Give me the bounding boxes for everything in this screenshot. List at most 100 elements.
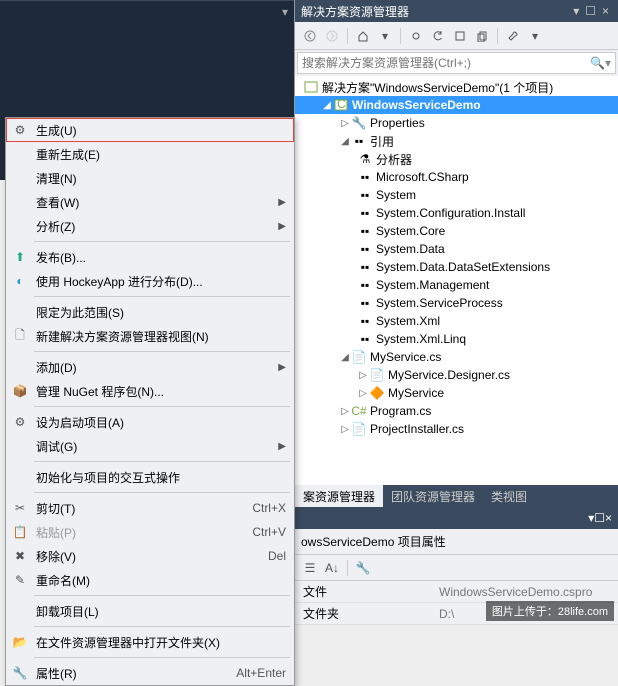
references-icon: ▪▪ bbox=[351, 134, 367, 148]
reference-icon: ▪▪ bbox=[357, 224, 373, 238]
refresh-icon[interactable] bbox=[429, 27, 447, 45]
new-view-icon: 🗋 bbox=[12, 326, 28, 347]
tab-solution-explorer[interactable]: 案资源管理器 bbox=[295, 485, 383, 507]
menu-rename[interactable]: ✎重命名(M) bbox=[6, 568, 294, 592]
ref-node[interactable]: ▪▪System bbox=[295, 186, 618, 204]
ref-node[interactable]: ▪▪System.Data.DataSetExtensions bbox=[295, 258, 618, 276]
editor-toolbar: ▾ bbox=[0, 0, 294, 22]
tree-node[interactable]: ⚗分析器 bbox=[295, 150, 618, 168]
submenu-arrow-icon: ▶ bbox=[278, 441, 286, 452]
expand-icon[interactable]: ▷ bbox=[339, 118, 351, 129]
properties-titlebar: x ▾ ☐ × bbox=[295, 507, 618, 529]
menu-properties[interactable]: 🔧属性(R)Alt+Enter bbox=[6, 661, 294, 685]
wrench-icon[interactable]: 🔧 bbox=[354, 559, 372, 577]
dropdown-icon[interactable]: ▾ bbox=[605, 56, 611, 70]
menu-add[interactable]: 添加(D)▶ bbox=[6, 355, 294, 379]
showall-icon[interactable] bbox=[473, 27, 491, 45]
dropdown-icon[interactable]: ▾ bbox=[376, 27, 394, 45]
menu-startup[interactable]: ⚙设为启动项目(A) bbox=[6, 410, 294, 434]
search-input[interactable] bbox=[302, 56, 590, 70]
ref-node[interactable]: ▪▪System.Xml.Linq bbox=[295, 330, 618, 348]
wrench-icon[interactable] bbox=[504, 27, 522, 45]
menu-separator bbox=[34, 296, 290, 297]
menu-scope[interactable]: 限定为此范围(S) bbox=[6, 300, 294, 324]
menu-new-view[interactable]: 🗋新建解决方案资源管理器视图(N) bbox=[6, 324, 294, 348]
tab-team-explorer[interactable]: 团队资源管理器 bbox=[383, 485, 483, 507]
chevron-down-icon[interactable]: ▾ bbox=[282, 5, 288, 19]
search-box[interactable]: 🔍 ▾ bbox=[297, 52, 616, 74]
expand-icon[interactable]: ◢ bbox=[339, 136, 351, 147]
tree-node[interactable]: ◢▪▪引用 bbox=[295, 132, 618, 150]
submenu-arrow-icon: ▶ bbox=[278, 197, 286, 208]
cs-file-icon: C# bbox=[351, 404, 367, 418]
dropdown-icon[interactable]: ▾ bbox=[526, 27, 544, 45]
file-node[interactable]: ▷📄MyService.Designer.cs bbox=[295, 366, 618, 384]
solution-tree[interactable]: 解决方案"WindowsServiceDemo"(1 个项目) ◢C#Windo… bbox=[295, 76, 618, 485]
forward-icon[interactable] bbox=[323, 27, 341, 45]
reference-icon: ▪▪ bbox=[357, 188, 373, 202]
ref-node[interactable]: ▪▪System.Xml bbox=[295, 312, 618, 330]
home-icon[interactable] bbox=[354, 27, 372, 45]
cs-file-icon: 📄 bbox=[351, 422, 367, 436]
menu-interactive[interactable]: 初始化与项目的交互式操作 bbox=[6, 465, 294, 489]
search-icon[interactable]: 🔍 bbox=[590, 56, 605, 70]
collapse-icon[interactable] bbox=[451, 27, 469, 45]
tree-node[interactable]: ▷🔧Properties bbox=[295, 114, 618, 132]
menu-hockeyapp[interactable]: ◐使用 HockeyApp 进行分布(D)... bbox=[6, 269, 294, 293]
close-icon[interactable]: × bbox=[605, 511, 612, 525]
solution-node[interactable]: 解决方案"WindowsServiceDemo"(1 个项目) bbox=[295, 78, 618, 96]
pin-icon[interactable]: ☐ bbox=[582, 4, 599, 18]
reference-icon: ▪▪ bbox=[357, 296, 373, 310]
sort-icon[interactable]: A↓ bbox=[323, 559, 341, 577]
separator bbox=[400, 28, 401, 44]
ref-node[interactable]: ▪▪System.Core bbox=[295, 222, 618, 240]
dropdown-icon[interactable]: ▾ bbox=[570, 4, 582, 18]
separator bbox=[347, 560, 348, 576]
cut-icon: ✂ bbox=[12, 501, 28, 515]
class-icon: 🔶 bbox=[369, 386, 385, 400]
ref-node[interactable]: ▪▪Microsoft.CSharp bbox=[295, 168, 618, 186]
expand-icon[interactable]: ◢ bbox=[339, 352, 351, 363]
file-node[interactable]: ▷📄ProjectInstaller.cs bbox=[295, 420, 618, 438]
menu-open-folder[interactable]: 📂在文件资源管理器中打开文件夹(X) bbox=[6, 630, 294, 654]
menu-view[interactable]: 查看(W)▶ bbox=[6, 190, 294, 214]
file-node[interactable]: ◢📄MyService.cs bbox=[295, 348, 618, 366]
cs-file-icon: 📄 bbox=[351, 350, 367, 364]
project-node[interactable]: ◢C#WindowsServiceDemo bbox=[295, 96, 618, 114]
back-icon[interactable] bbox=[301, 27, 319, 45]
ref-node[interactable]: ▪▪System.Management bbox=[295, 276, 618, 294]
menu-analyze[interactable]: 分析(Z)▶ bbox=[6, 214, 294, 238]
expand-icon[interactable]: ◢ bbox=[321, 100, 333, 111]
expand-icon[interactable]: ▷ bbox=[357, 370, 369, 381]
menu-build[interactable]: ⚙生成(U) bbox=[6, 118, 294, 142]
expand-icon[interactable]: ▷ bbox=[339, 406, 351, 417]
property-row[interactable]: 文件WindowsServiceDemo.cspro bbox=[295, 581, 618, 603]
file-node[interactable]: ▷🔶MyService bbox=[295, 384, 618, 402]
menu-separator bbox=[34, 492, 290, 493]
categorize-icon[interactable]: ☰ bbox=[301, 559, 319, 577]
separator bbox=[347, 28, 348, 44]
reference-icon: ▪▪ bbox=[357, 206, 373, 220]
menu-cut[interactable]: ✂剪切(T)Ctrl+X bbox=[6, 496, 294, 520]
menu-unload[interactable]: 卸载项目(L) bbox=[6, 599, 294, 623]
pin-icon[interactable]: ☐ bbox=[594, 511, 605, 525]
ref-node[interactable]: ▪▪System.Configuration.Install bbox=[295, 204, 618, 222]
expand-icon[interactable]: ▷ bbox=[357, 388, 369, 399]
sync-icon[interactable] bbox=[407, 27, 425, 45]
ref-node[interactable]: ▪▪System.ServiceProcess bbox=[295, 294, 618, 312]
menu-paste[interactable]: 📋粘贴(P)Ctrl+V bbox=[6, 520, 294, 544]
ref-node[interactable]: ▪▪System.Data bbox=[295, 240, 618, 258]
reference-icon: ▪▪ bbox=[357, 332, 373, 346]
cs-file-icon: 📄 bbox=[369, 368, 385, 382]
expand-icon[interactable]: ▷ bbox=[339, 424, 351, 435]
close-icon[interactable]: × bbox=[599, 4, 612, 18]
file-node[interactable]: ▷C#Program.cs bbox=[295, 402, 618, 420]
tab-class-view[interactable]: 类视图 bbox=[483, 485, 535, 507]
menu-remove[interactable]: ✖移除(V)Del bbox=[6, 544, 294, 568]
menu-nuget[interactable]: 📦管理 NuGet 程序包(N)... bbox=[6, 379, 294, 403]
menu-clean[interactable]: 清理(N) bbox=[6, 166, 294, 190]
menu-rebuild[interactable]: 重新生成(E) bbox=[6, 142, 294, 166]
submenu-arrow-icon: ▶ bbox=[278, 221, 286, 232]
menu-debug[interactable]: 调试(G)▶ bbox=[6, 434, 294, 458]
menu-publish[interactable]: ⬆发布(B)... bbox=[6, 245, 294, 269]
